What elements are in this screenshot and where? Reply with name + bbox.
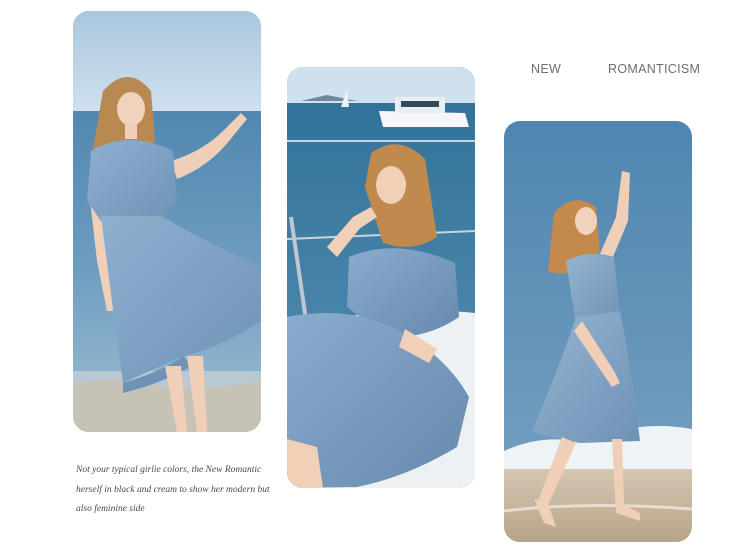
lookbook-page: NEW ROMANTICISM Not your typical girlie …	[0, 0, 750, 560]
model-walking-shoreline-photo	[504, 121, 692, 542]
heading-word-new: NEW	[531, 62, 562, 76]
model-seated-yacht-photo	[287, 67, 475, 488]
caption-text: Not your typical girlie colors, the New …	[76, 465, 270, 514]
model-standing-beach-photo	[73, 11, 261, 432]
heading-word-romanticism: ROMANTICISM	[608, 62, 701, 76]
